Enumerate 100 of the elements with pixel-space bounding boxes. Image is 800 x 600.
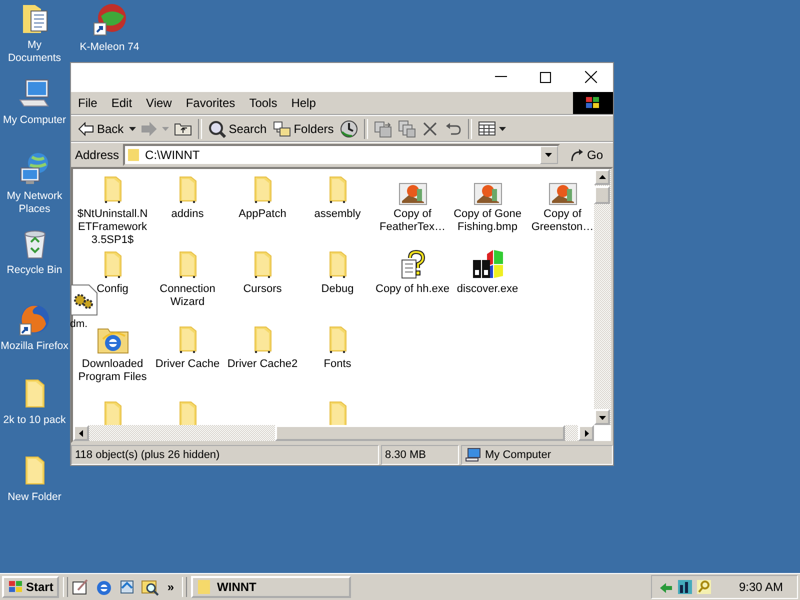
windows-flag-icon xyxy=(8,580,24,594)
landscape-image-icon xyxy=(398,183,426,205)
vertical-scrollbar[interactable] xyxy=(594,169,611,425)
desktop-icon[interactable]: My Network Places xyxy=(0,152,69,216)
landscape-image-icon xyxy=(548,183,576,205)
desktop-icon[interactable]: My Documents xyxy=(0,3,69,65)
scroll-down-button[interactable] xyxy=(594,409,610,425)
quick-launch-button[interactable] xyxy=(118,578,136,596)
item-name-label[interactable]: Driver Cache xyxy=(155,358,220,371)
folder-icon xyxy=(22,455,46,487)
desktop-icon-label: My Documents xyxy=(6,39,62,65)
chart-window-icon[interactable] xyxy=(676,579,693,595)
grid-view-icon xyxy=(478,121,496,136)
folder-icon xyxy=(176,400,198,425)
item-name-label[interactable]: Copy of hh.exe xyxy=(376,283,450,296)
horizontal-scrollbar[interactable] xyxy=(73,425,594,441)
item-name-label[interactable]: Config xyxy=(96,283,128,296)
folders-icon xyxy=(272,120,291,136)
caret-icon xyxy=(498,126,506,130)
address-dropdown-button[interactable] xyxy=(540,146,558,164)
item-name-label[interactable]: Copy of Gone Fishing.bmp xyxy=(450,208,524,234)
folder-icon xyxy=(326,175,348,205)
desktop-icon[interactable]: My Computer xyxy=(0,78,69,127)
desktop-pencil-icon xyxy=(72,578,90,596)
scroll-up-button[interactable] xyxy=(594,169,610,185)
folder-icon xyxy=(127,148,142,162)
more-quick-launch-button[interactable]: » xyxy=(163,580,178,594)
item-name-label[interactable]: discover.exe xyxy=(456,283,518,296)
menu-item[interactable]: File xyxy=(71,94,104,112)
scroll-right-button[interactable] xyxy=(578,425,594,441)
desktop-icon[interactable]: 2k to 10 pack xyxy=(0,378,69,427)
folder-icon xyxy=(102,400,124,425)
item-name-label[interactable]: assembly xyxy=(314,208,361,221)
address-label: Address xyxy=(75,148,120,162)
scroll-thumb[interactable] xyxy=(594,186,610,204)
item-name-label[interactable]: AppPatch xyxy=(238,208,286,221)
start-button[interactable]: Start xyxy=(2,576,60,598)
caret-icon xyxy=(162,126,169,130)
item-name-label[interactable]: Driver Cache2 xyxy=(227,358,298,371)
back-button[interactable]: Back xyxy=(75,118,127,140)
item-name-label[interactable]: Connection Wizard xyxy=(150,283,224,309)
delete-x-icon xyxy=(422,120,438,136)
scroll-left-button[interactable] xyxy=(73,425,89,441)
item-name-label[interactable]: addins xyxy=(171,208,204,221)
quick-launch-button[interactable] xyxy=(141,578,160,596)
item-name-label[interactable]: Fonts xyxy=(324,358,352,371)
desktop-icon[interactable]: New Folder xyxy=(0,455,69,504)
up-folder-icon xyxy=(174,121,192,136)
caret-icon xyxy=(545,153,552,157)
folders-button[interactable]: Folders xyxy=(270,118,337,140)
item-name-label[interactable]: Copy of FeatherTex… xyxy=(376,208,450,234)
fox-globe-icon xyxy=(18,302,52,336)
folder-icon xyxy=(197,579,212,595)
menu-item[interactable]: Tools xyxy=(242,94,284,112)
menu-item[interactable]: Edit xyxy=(104,94,140,112)
desktop-icon[interactable]: K-Meleon 74 xyxy=(75,3,144,54)
down-triangle-icon xyxy=(598,414,606,420)
desktop-icon[interactable]: dm. xyxy=(70,284,98,330)
desktop-icon[interactable]: Mozilla Firefox xyxy=(0,302,69,353)
folder-icon xyxy=(102,250,124,280)
go-button[interactable]: Go xyxy=(564,148,609,162)
menu-item[interactable]: Help xyxy=(284,94,323,112)
menu-item[interactable]: Favorites xyxy=(178,94,242,112)
item-name-label[interactable]: Debug xyxy=(321,283,354,296)
folder-magnifier-icon xyxy=(141,578,160,596)
desktop-icon-label: My Computer xyxy=(2,114,66,127)
up-triangle-icon xyxy=(598,174,606,180)
landscape-image-icon xyxy=(474,183,502,205)
left-triangle-icon xyxy=(78,430,84,436)
status-object-count: 118 object(s) (plus 26 hidden) xyxy=(71,445,379,465)
item-name-label[interactable]: $NtUninstall.NETFramework3.5SP1$ xyxy=(76,208,150,247)
caret-icon xyxy=(128,126,136,130)
desktop-icon[interactable]: Recycle Bin xyxy=(0,228,69,277)
minimize-icon xyxy=(494,76,506,78)
search-button[interactable]: Search xyxy=(204,118,270,140)
forward-arrow-icon xyxy=(140,122,157,136)
taskbar-window-button[interactable]: WINNT xyxy=(191,576,352,598)
back-arrow-icon xyxy=(78,122,94,136)
folder-icon xyxy=(176,325,198,355)
status-zone: My Computer xyxy=(461,445,613,465)
menu-item[interactable]: View xyxy=(139,94,179,112)
folder-icon xyxy=(252,325,274,355)
quick-launch-button[interactable] xyxy=(72,578,90,596)
folder-icon xyxy=(326,250,348,280)
quick-launch-button[interactable] xyxy=(95,578,114,596)
item-name-label[interactable]: Copy of Greenston… xyxy=(526,208,594,234)
address-field[interactable]: C:\WINNT xyxy=(123,144,560,166)
folder-icon xyxy=(176,175,198,205)
undo-arrow-icon xyxy=(444,122,462,136)
right-triangle-icon xyxy=(582,430,590,436)
folder-icon xyxy=(252,175,274,205)
scroll-thumb[interactable] xyxy=(275,425,565,441)
help-document-icon xyxy=(400,250,426,280)
item-name-label[interactable]: Cursors xyxy=(243,283,282,296)
close-icon xyxy=(584,71,596,83)
item-name-label[interactable]: Downloaded Program Files xyxy=(76,358,150,384)
desktop-icon-label: My Network Places xyxy=(6,190,64,216)
desktop-icon-label: K-Meleon 74 xyxy=(80,41,140,54)
clock[interactable]: 9:30 AM xyxy=(738,580,783,594)
copy-folder-icon xyxy=(398,120,416,138)
